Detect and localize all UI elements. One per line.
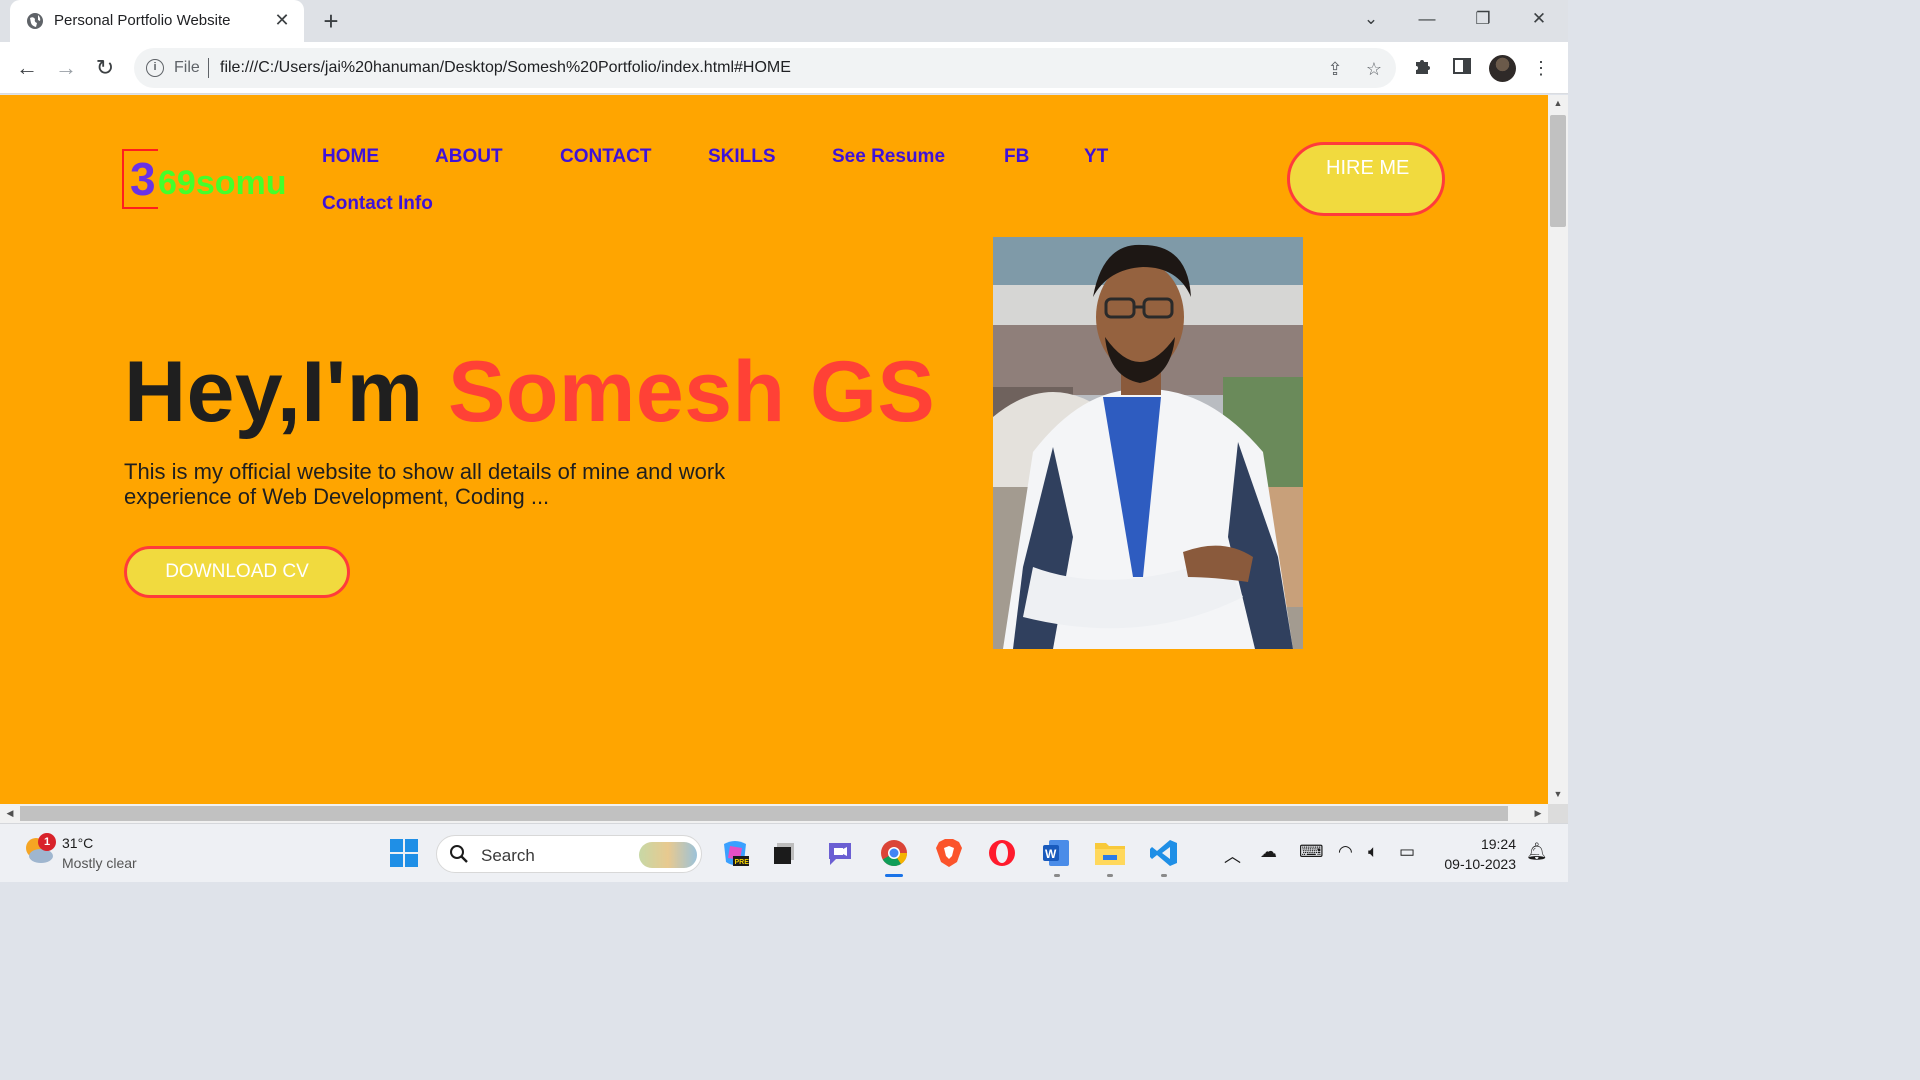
opera-icon[interactable]: [985, 836, 1019, 870]
extensions-puzzle-icon[interactable]: [1411, 56, 1435, 80]
side-panel-icon[interactable]: [1450, 56, 1474, 80]
keyboard-icon[interactable]: ⌨: [1299, 842, 1324, 862]
vscode-icon[interactable]: [1147, 836, 1181, 870]
back-arrow-icon[interactable]: ←: [13, 54, 41, 82]
copilot-pre-icon[interactable]: PRE: [718, 836, 752, 870]
vscode-running-indicator: [1161, 874, 1167, 877]
bookmark-star-icon[interactable]: ☆: [1363, 58, 1385, 80]
chrome-icon[interactable]: [877, 836, 911, 870]
hero-description: This is my official website to show all …: [124, 459, 726, 509]
address-bar[interactable]: i File file:///C:/Users/jai%20hanuman/De…: [134, 48, 1396, 88]
logo-text: 69somu: [158, 164, 287, 202]
nav-link-skills[interactable]: SKILLS: [708, 146, 776, 168]
task-view-icon[interactable]: [767, 836, 801, 870]
nav-link-resume[interactable]: See Resume: [832, 146, 945, 168]
restore-button[interactable]: ❐: [1461, 4, 1505, 34]
browser-tab-strip: Personal Portfolio Website ✕ + ⌄ — ❐ ✕: [0, 0, 1568, 42]
page-viewport: 3 69somu HOME ABOUT CONTACT SKILLS See R…: [0, 95, 1548, 804]
wifi-icon[interactable]: ◠: [1338, 842, 1353, 862]
brave-icon[interactable]: [932, 836, 966, 870]
svg-text:PRE: PRE: [735, 859, 750, 866]
tab-close-icon[interactable]: ✕: [272, 9, 292, 31]
horizontal-scrollbar[interactable]: ◀ ▶: [0, 804, 1548, 823]
chevron-up-icon[interactable]: ︿: [1224, 842, 1241, 867]
search-label: Search: [481, 846, 535, 865]
word-icon[interactable]: W: [1039, 836, 1073, 870]
globe-icon: [27, 13, 43, 29]
url-scheme-label: File: [174, 59, 200, 76]
scroll-left-arrow-icon[interactable]: ◀: [2, 804, 18, 823]
hero-greeting: Hey,I'm: [124, 344, 424, 440]
vertical-scrollbar[interactable]: ▲ ▼: [1548, 95, 1568, 804]
minimize-button[interactable]: —: [1405, 4, 1449, 34]
profile-photo: [993, 237, 1303, 649]
clock-date: 09-10-2023: [1444, 856, 1516, 872]
url-text[interactable]: file:///C:/Users/jai%20hanuman/Desktop/S…: [220, 59, 791, 77]
windows-start-icon[interactable]: [387, 836, 421, 870]
weather-temperature[interactable]: 31°C: [62, 835, 93, 851]
scroll-down-arrow-icon[interactable]: ▼: [1548, 786, 1568, 802]
nav-link-contact-info[interactable]: Contact Info: [322, 193, 433, 215]
volume-icon[interactable]: 🔈︎: [1368, 842, 1378, 862]
tab-title: Personal Portfolio Website: [54, 12, 231, 29]
nav-link-fb[interactable]: FB: [1004, 146, 1029, 168]
hero-name: Somesh GS: [448, 344, 936, 440]
scrollbar-corner: [1548, 804, 1568, 823]
horizontal-scroll-thumb[interactable]: [20, 806, 1508, 821]
search-icon: [450, 845, 468, 863]
svg-text:W: W: [1045, 847, 1057, 861]
weather-notification-badge: 1: [38, 833, 56, 851]
hire-me-button[interactable]: HIRE ME: [1287, 142, 1445, 216]
system-clock[interactable]: 19:24 09-10-2023: [1430, 834, 1516, 874]
site-info-icon[interactable]: i: [146, 59, 164, 77]
hero-heading: Hey,I'm Somesh GS: [124, 343, 935, 442]
clock-time: 19:24: [1480, 836, 1516, 852]
download-cv-button[interactable]: DOWNLOAD CV: [124, 546, 350, 598]
file-explorer-icon[interactable]: [1093, 836, 1127, 870]
profile-avatar[interactable]: [1489, 55, 1516, 82]
taskbar-search-box[interactable]: Search: [436, 835, 702, 873]
close-window-button[interactable]: ✕: [1517, 4, 1561, 34]
search-highlight-art: [639, 842, 697, 868]
vertical-scroll-thumb[interactable]: [1550, 115, 1566, 227]
url-divider: [208, 58, 209, 78]
browser-toolbar: ← → ↻ i File file:///C:/Users/jai%20hanu…: [0, 42, 1568, 94]
onedrive-icon[interactable]: ☁: [1260, 842, 1277, 862]
notifications-bell-icon[interactable]: 🔔︎: [1526, 842, 1548, 862]
forward-arrow-icon[interactable]: →: [52, 54, 80, 82]
explorer-running-indicator: [1107, 874, 1113, 877]
browser-tab[interactable]: Personal Portfolio Website ✕: [10, 0, 304, 42]
reload-icon[interactable]: ↻: [91, 54, 119, 82]
nav-link-yt[interactable]: YT: [1084, 146, 1108, 168]
battery-icon[interactable]: ▭: [1399, 842, 1415, 862]
nav-link-about[interactable]: ABOUT: [435, 146, 503, 168]
scroll-up-arrow-icon[interactable]: ▲: [1548, 95, 1568, 111]
chrome-active-indicator: [885, 874, 903, 877]
word-running-indicator: [1054, 874, 1060, 877]
logo-digit: 3: [130, 153, 156, 205]
scroll-right-arrow-icon[interactable]: ▶: [1530, 804, 1546, 823]
kebab-menu-icon[interactable]: ⋮: [1529, 56, 1553, 80]
nav-link-contact[interactable]: CONTACT: [560, 146, 651, 168]
weather-condition[interactable]: Mostly clear: [62, 855, 137, 871]
share-icon[interactable]: ⇪: [1324, 58, 1346, 80]
teams-chat-icon[interactable]: [823, 836, 857, 870]
nav-link-home[interactable]: HOME: [322, 146, 379, 168]
tab-search-icon[interactable]: ⌄: [1349, 4, 1393, 34]
new-tab-button[interactable]: +: [318, 7, 344, 35]
windows-taskbar: 1 31°C Mostly clear Search PRE W ︿ ☁ ⌨ ◠…: [0, 823, 1568, 882]
